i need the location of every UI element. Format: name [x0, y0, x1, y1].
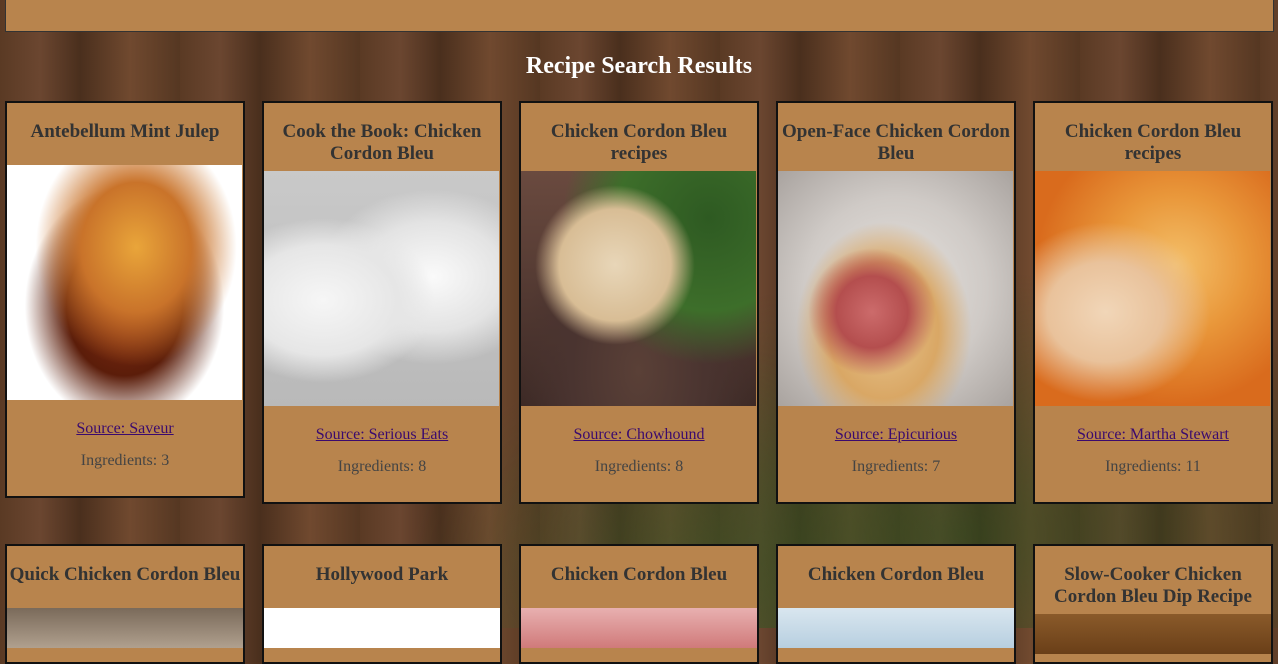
recipe-image	[264, 171, 499, 406]
ingredient-count: Ingredients: 11	[1105, 458, 1201, 475]
recipe-card[interactable]: Chicken Cordon Bleu recipes Source: Chow…	[519, 101, 759, 504]
recipe-source-link[interactable]: Source: Serious Eats	[264, 426, 500, 444]
recipe-title: Hollywood Park	[315, 564, 449, 585]
recipe-card[interactable]: Slow-Cooker Chicken Cordon Bleu Dip Reci…	[1033, 544, 1273, 664]
recipe-title: Chicken Cordon Bleu recipes	[550, 121, 728, 164]
ingredient-count: Ingredients: 8	[337, 458, 427, 475]
ingredient-count: Ingredients: 7	[851, 458, 941, 475]
recipe-source-link[interactable]: Source: Chowhound	[521, 426, 757, 444]
recipe-card[interactable]: Chicken Cordon Bleu recipes Source: Mart…	[1033, 101, 1273, 504]
recipe-title: Slow-Cooker Chicken Cordon Bleu Dip Reci…	[1054, 564, 1252, 607]
recipe-source-link[interactable]: Source: Epicurious	[778, 426, 1014, 444]
recipe-title: Chicken Cordon Bleu	[807, 564, 985, 585]
recipe-image	[1035, 171, 1270, 406]
ingredient-count: Ingredients: 8	[594, 458, 684, 475]
recipe-card[interactable]: Quick Chicken Cordon Bleu	[5, 544, 245, 664]
recipe-title: Open-Face Chicken Cordon Bleu	[782, 121, 1010, 164]
recipe-image	[778, 608, 1014, 648]
ingredient-count: Ingredients: 3	[80, 452, 170, 469]
recipe-source-link[interactable]: Source: Martha Stewart	[1035, 426, 1271, 444]
recipe-card[interactable]: Chicken Cordon Bleu	[519, 544, 759, 664]
recipe-card[interactable]: Chicken Cordon Bleu	[776, 544, 1016, 664]
recipe-card[interactable]: Cook the Book: Chicken Cordon Bleu Sourc…	[262, 101, 502, 504]
recipe-title: Chicken Cordon Bleu recipes	[1064, 121, 1242, 164]
recipe-card[interactable]: Antebellum Mint Julep Source: Saveur Ing…	[5, 101, 245, 498]
recipe-image	[264, 608, 500, 648]
recipe-title: Antebellum Mint Julep	[30, 121, 220, 142]
recipe-source-link[interactable]: Source: Saveur	[7, 420, 243, 438]
recipe-image	[521, 608, 757, 648]
recipe-image	[7, 608, 243, 648]
recipe-card[interactable]: Hollywood Park	[262, 544, 502, 664]
top-bar	[5, 0, 1274, 32]
recipe-title: Cook the Book: Chicken Cordon Bleu	[282, 121, 482, 164]
recipe-card[interactable]: Open-Face Chicken Cordon Bleu Source: Ep…	[776, 101, 1016, 504]
recipe-title: Quick Chicken Cordon Bleu	[9, 564, 241, 585]
recipe-image	[1035, 614, 1271, 654]
recipe-image	[7, 165, 242, 400]
recipe-image	[521, 171, 756, 406]
recipe-title: Chicken Cordon Bleu	[550, 564, 728, 585]
recipe-image	[778, 171, 1013, 406]
page-title: Recipe Search Results	[525, 53, 753, 79]
